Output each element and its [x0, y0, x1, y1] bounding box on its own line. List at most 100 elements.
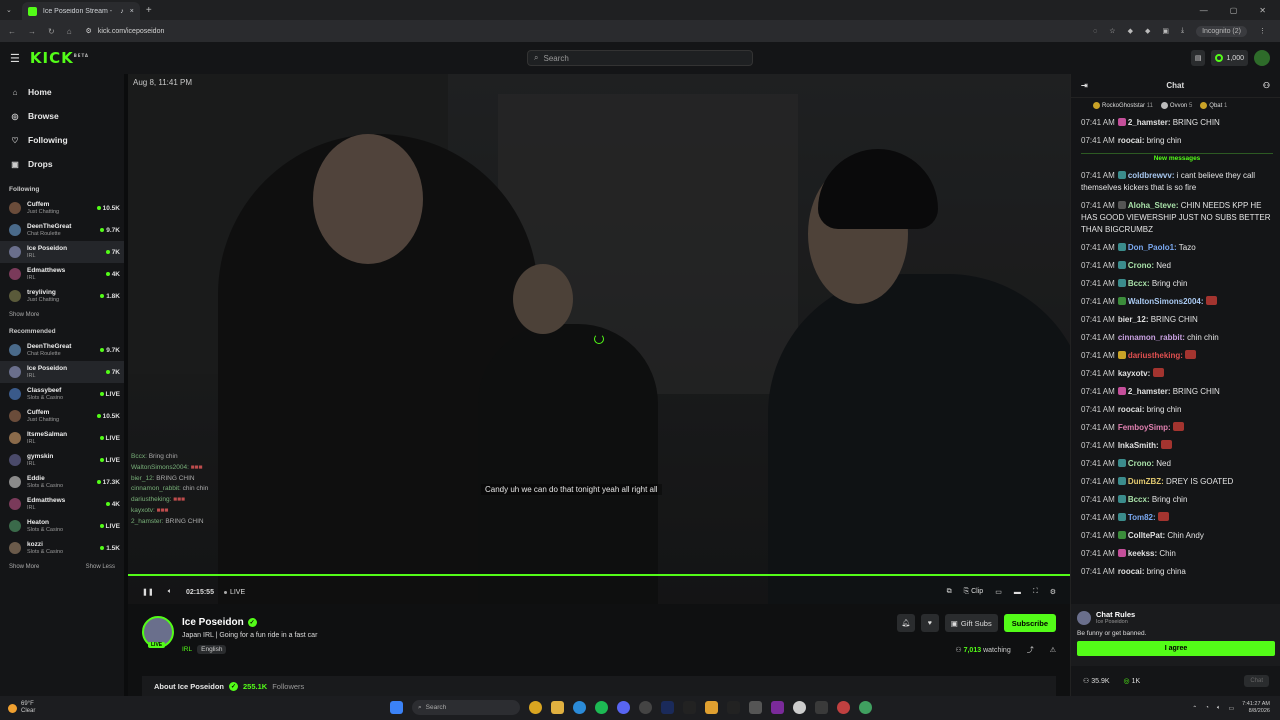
app-icon[interactable] [749, 701, 762, 714]
extension-icon[interactable]: ◆ [1128, 27, 1133, 35]
photoshop-icon[interactable] [661, 701, 674, 714]
message-username[interactable]: 2_hamster: [1128, 118, 1171, 127]
app-icon[interactable] [859, 701, 872, 714]
chat-message[interactable]: 07:41 AM Crono: Ned [1081, 455, 1273, 473]
captions-icon[interactable]: ▭ [995, 588, 1002, 596]
channel-item[interactable]: Cuffem Just Chatting 10.5K [0, 197, 124, 219]
message-username[interactable]: kayxotv: [1118, 369, 1150, 378]
chat-message[interactable]: 07:41 AM roocai: bring china [1081, 563, 1273, 581]
chat-message[interactable]: 07:41 AM ColltePat: Chin Andy [1081, 527, 1273, 545]
channel-item[interactable]: DeenTheGreat Chat Roulette 9.7K [0, 219, 124, 241]
picture-in-picture-icon[interactable]: ⧉ [947, 588, 952, 596]
chat-message[interactable]: 07:41 AM WaltonSimons2004: [1081, 293, 1273, 311]
stream-language-tag[interactable]: English [197, 645, 227, 654]
browser-menu-icon[interactable]: ⋮ [1259, 27, 1266, 35]
maximize-icon[interactable]: ▢ [1230, 6, 1238, 15]
message-username[interactable]: roocai: [1118, 405, 1145, 414]
chrome-icon[interactable] [529, 701, 542, 714]
incognito-badge[interactable]: Incognito (2) [1196, 25, 1247, 37]
message-username[interactable]: Crono: [1128, 261, 1154, 270]
tab-list-chevron-icon[interactable]: ⌄ [6, 6, 12, 14]
wallet-button[interactable]: ▤ [1190, 50, 1206, 66]
message-username[interactable]: ColltePat: [1128, 531, 1165, 540]
forward-icon[interactable]: → [28, 27, 36, 36]
browser-tab[interactable]: Ice Poseidon Stream - Watch... ♪ × [21, 2, 140, 20]
url-text[interactable]: kick.com/iceposeidon [98, 28, 165, 35]
message-username[interactable]: dariustheking: [1128, 351, 1183, 360]
app-icon[interactable] [793, 701, 806, 714]
channel-item[interactable]: Edmatthews IRL 4K [0, 493, 124, 515]
back-icon[interactable]: ← [8, 27, 16, 36]
chat-message[interactable]: 07:41 AM InkaSmith: [1081, 437, 1273, 455]
streamer-name[interactable]: Ice Poseidon [182, 617, 244, 628]
terminal-icon[interactable] [683, 701, 696, 714]
channel-item[interactable]: Classybeef Slots & Casino LIVE [0, 383, 124, 405]
sidebar-item-drops[interactable]: ▣ Drops [10, 152, 124, 176]
chat-message[interactable]: 07:41 AM 2_hamster: BRING CHIN [1081, 383, 1273, 401]
chat-message[interactable]: 07:41 AM Bccx: Bring chin [1081, 491, 1273, 509]
message-username[interactable]: roocai: [1118, 567, 1145, 576]
search-input[interactable]: ⌕ Search [527, 50, 753, 66]
message-username[interactable]: roocai: [1118, 136, 1145, 145]
message-username[interactable]: Bccx: [1128, 495, 1150, 504]
chat-messages[interactable]: 07:41 AM 2_hamster: BRING CHIN 07:41 AM roo… [1071, 114, 1280, 604]
message-username[interactable]: Don_Paolo1: [1128, 243, 1177, 252]
reload-icon[interactable]: ↻ [48, 27, 55, 36]
url-field[interactable]: ⚙ kick.com/iceposeidon [86, 27, 165, 36]
extension-icon[interactable]: ◆ [1145, 27, 1150, 35]
chat-message[interactable]: 07:41 AM Aloha_Steve: CHIN NEEDS KPP HE H… [1081, 197, 1273, 239]
sidebar-item-browse[interactable]: ◎ Browse [10, 104, 124, 128]
edge-icon[interactable] [573, 701, 586, 714]
message-username[interactable]: cinnamon_rabbit: [1118, 333, 1185, 342]
channel-item[interactable]: Cuffem Just Chatting 10.5K [0, 405, 124, 427]
chat-message[interactable]: 07:41 AM DumZBZ: DREY IS GOATED [1081, 473, 1273, 491]
followers-stat[interactable]: ⚇ 35.9K [1083, 677, 1110, 685]
chat-message[interactable]: 07:41 AM FemboySimp: [1081, 419, 1273, 437]
site-info-icon[interactable]: ⚙ [86, 27, 92, 35]
message-username[interactable]: Bccx: [1128, 279, 1150, 288]
weather-widget[interactable]: 69°F Clear [8, 701, 35, 715]
bookmark-star-icon[interactable]: ☆ [1109, 27, 1115, 35]
message-username[interactable]: Tom82: [1128, 513, 1156, 522]
message-username[interactable]: coldbrewvv: [1128, 171, 1175, 180]
theater-mode-icon[interactable]: ▬ [1014, 589, 1021, 596]
battery-icon[interactable]: ▭ [1229, 705, 1235, 712]
channel-item[interactable]: Edmatthews IRL 4K [0, 263, 124, 285]
chat-message[interactable]: 07:41 AM Crono: Ned [1081, 257, 1273, 275]
eye-off-icon[interactable]: ◌ [1093, 28, 1097, 35]
show-less-button[interactable]: Show Less [86, 564, 115, 570]
video-player[interactable]: Aug 8, 11:41 PM Bccx: Bring chin WaltonSi… [128, 74, 1070, 604]
channel-item[interactable]: DeenTheGreat Chat Roulette 9.7K [0, 339, 124, 361]
sidebar-item-home[interactable]: ⌂ Home [10, 80, 124, 104]
report-warning-icon[interactable]: ⚠ [1050, 646, 1056, 654]
chat-message[interactable]: 07:41 AM dariustheking: [1081, 347, 1273, 365]
channel-item[interactable]: Eddie Slots & Casino 17.3K [0, 471, 124, 493]
channel-item[interactable]: Ice Poseidon IRL 7K [0, 361, 124, 383]
wifi-icon[interactable]: ◔ [1205, 705, 1209, 711]
message-username[interactable]: bier_12: [1118, 315, 1149, 324]
following-show-more[interactable]: Show More [9, 312, 39, 318]
channel-item[interactable]: Heaton Slots & Casino LIVE [0, 515, 124, 537]
pause-icon[interactable]: ❚❚ [142, 588, 154, 596]
channel-item[interactable]: treyliving Just Chatting 1.8K [0, 285, 124, 307]
share-icon[interactable]: ⤴ [1027, 645, 1034, 655]
show-more-button[interactable]: Show More [9, 564, 39, 570]
hamburger-menu-icon[interactable]: ☰ [10, 52, 20, 65]
message-username[interactable]: Aloha_Steve: [1128, 201, 1179, 210]
chat-message[interactable]: 07:41 AM roocai: bring chin [1081, 401, 1273, 419]
agree-button[interactable]: I agree [1077, 641, 1275, 656]
message-username[interactable]: WaltonSimons2004: [1128, 297, 1204, 306]
app-icon[interactable] [727, 701, 740, 714]
collapse-chat-icon[interactable]: ⇥ [1081, 81, 1088, 90]
discord-icon[interactable] [617, 701, 630, 714]
gift-subs-button[interactable]: ▣ Gift Subs [944, 614, 998, 632]
app-icon[interactable] [771, 701, 784, 714]
tab-close-icon[interactable]: × [130, 8, 134, 15]
obs-icon[interactable] [639, 701, 652, 714]
app-icon[interactable] [837, 701, 850, 714]
settings-gear-icon[interactable]: ⚙ [1050, 588, 1056, 596]
sidebar-item-following[interactable]: ♡ Following [10, 128, 124, 152]
download-icon[interactable]: ⤓ [1181, 27, 1184, 35]
chat-message[interactable]: 07:41 AM roocai: bring chin [1081, 132, 1273, 150]
chat-message[interactable]: 07:41 AM kayxotv: [1081, 365, 1273, 383]
